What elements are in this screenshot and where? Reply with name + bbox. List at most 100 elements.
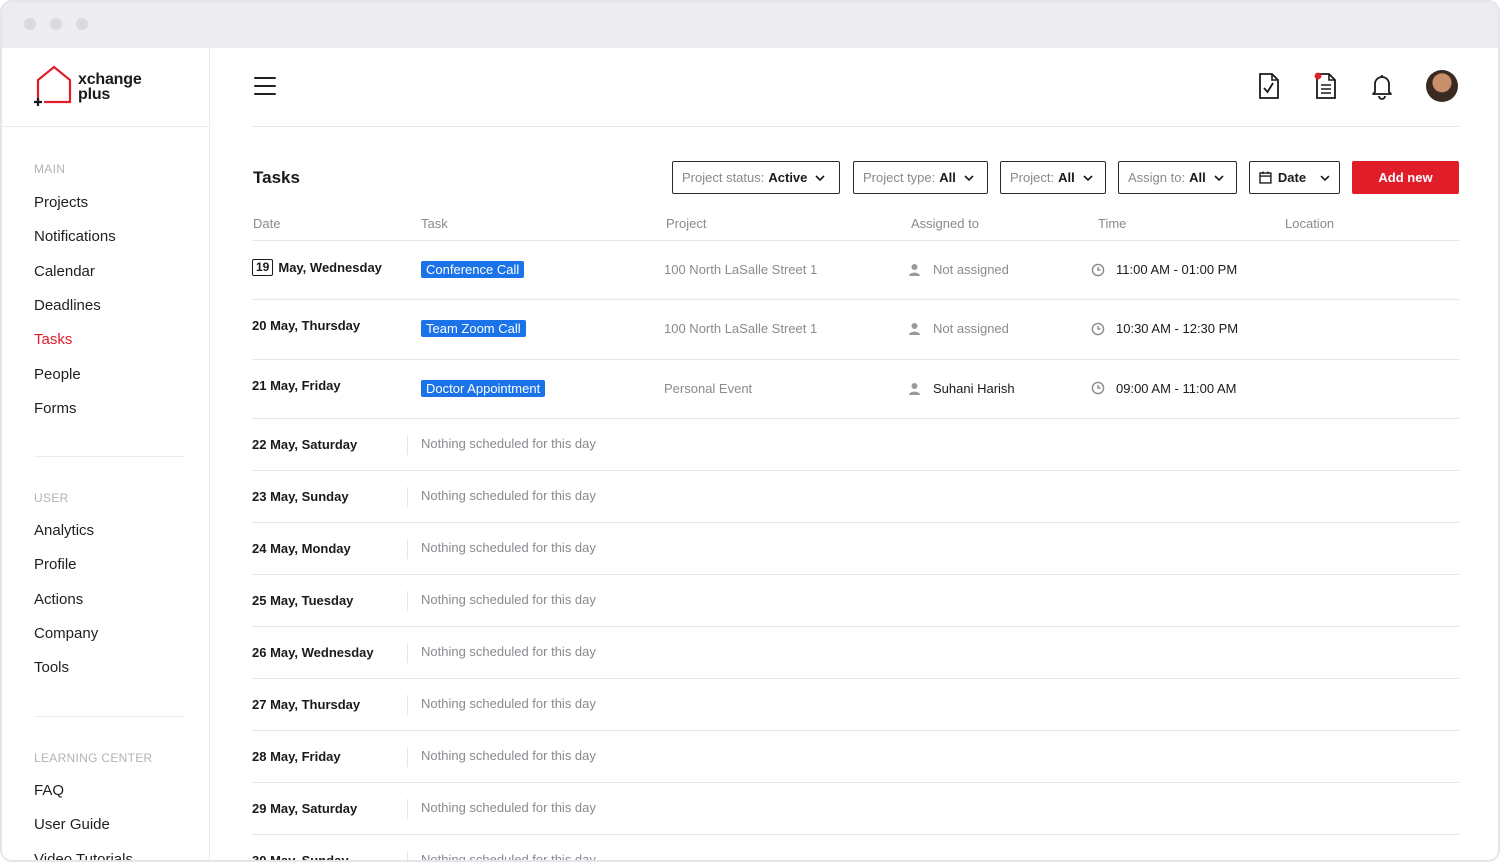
- column-separator: [407, 590, 408, 611]
- column-header-project[interactable]: Project: [666, 216, 706, 231]
- filter-project[interactable]: Project: All: [1000, 161, 1106, 194]
- column-separator: [407, 538, 408, 559]
- column-header-location[interactable]: Location: [1285, 216, 1334, 231]
- empty-day-text: Nothing scheduled for this day: [421, 487, 596, 503]
- clock-icon: [1091, 381, 1105, 395]
- table-row-empty[interactable]: 29 May, Saturday Nothing scheduled for th…: [252, 783, 1459, 835]
- row-time: 11:00 AM - 01:00 PM: [1091, 262, 1237, 277]
- task-tag[interactable]: Team Zoom Call: [421, 320, 526, 338]
- sidebar-item-analytics[interactable]: Analytics: [34, 522, 94, 539]
- table-row-empty[interactable]: 26 May, Wednesday Nothing scheduled for t…: [252, 627, 1459, 679]
- column-header-time[interactable]: Time: [1098, 216, 1126, 231]
- filter-project-status[interactable]: Project status: Active: [672, 161, 840, 194]
- chevron-down-icon: [815, 174, 825, 181]
- row-assigned: Not assigned: [908, 262, 1009, 277]
- sidebar-item-forms[interactable]: Forms: [34, 400, 77, 417]
- document-check-icon[interactable]: [1256, 72, 1282, 100]
- table-row-empty[interactable]: 30 May, Sunday Nothing scheduled for this…: [252, 835, 1459, 862]
- sidebar-item-calendar[interactable]: Calendar: [34, 263, 95, 280]
- empty-day-text: Nothing scheduled for this day: [421, 591, 596, 607]
- house-logo-icon: [34, 65, 72, 106]
- row-date: 22 May, Saturday: [252, 436, 358, 452]
- row-date: 29 May, Saturday: [252, 800, 358, 816]
- empty-day-text: Nothing scheduled for this day: [421, 799, 596, 815]
- table-row-empty[interactable]: 28 May, Friday Nothing scheduled for this…: [252, 731, 1459, 783]
- row-project: 100 North LaSalle Street 1: [664, 321, 818, 337]
- page-title: Tasks: [253, 168, 300, 187]
- column-separator: [407, 642, 408, 663]
- brand-logo[interactable]: xchange plus: [32, 64, 192, 112]
- clock-icon: [1091, 322, 1105, 336]
- task-tag[interactable]: Conference Call: [421, 261, 525, 278]
- empty-day-text: Nothing scheduled for this day: [421, 435, 596, 451]
- person-icon: [909, 382, 920, 395]
- bell-icon[interactable]: [1369, 72, 1395, 100]
- header-divider: [252, 126, 1459, 127]
- empty-day-text: Nothing scheduled for this day: [421, 747, 596, 763]
- row-project: 100 North LaSalle Street 1: [664, 262, 818, 277]
- sidebar-item-tools[interactable]: Tools: [34, 659, 69, 676]
- filter-project-type[interactable]: Project type: All: [853, 161, 988, 194]
- column-header-assigned-to[interactable]: Assigned to: [911, 216, 979, 231]
- task-tag[interactable]: Doctor Appointment: [421, 379, 546, 397]
- document-list-icon[interactable]: [1313, 72, 1339, 100]
- row-date: 23 May, Sunday: [252, 488, 349, 504]
- person-icon: [909, 323, 920, 336]
- section-label: USER: [34, 491, 69, 505]
- table-row[interactable]: 19 May, Wednesday Conference Call 100 North…: [252, 241, 1459, 301]
- table-row-empty[interactable]: 23 May, Sunday Nothing scheduled for this…: [252, 471, 1459, 523]
- clock-icon: [1091, 263, 1105, 276]
- chevron-down-icon: [1214, 174, 1224, 181]
- sidebar-divider: [34, 716, 184, 717]
- row-time: 09:00 AM - 11:00 AM: [1091, 381, 1236, 396]
- row-assigned: Not assigned: [908, 321, 1009, 336]
- sidebar-item-actions[interactable]: Actions: [34, 591, 83, 608]
- date-button[interactable]: Date: [1249, 161, 1340, 194]
- window-close-dot[interactable]: [24, 18, 36, 30]
- table-row[interactable]: 21 May, Friday Doctor Appointment Personal…: [252, 360, 1459, 419]
- sidebar-item-profile[interactable]: Profile: [34, 556, 77, 573]
- sidebar-item-notifications[interactable]: Notifications: [34, 228, 116, 245]
- brand-name: xchange plus: [78, 71, 142, 103]
- avatar[interactable]: [1426, 70, 1458, 102]
- chevron-down-icon: [1320, 174, 1330, 181]
- empty-day-text: Nothing scheduled for this day: [421, 695, 596, 711]
- row-date: 27 May, Thursday: [252, 696, 361, 712]
- section-label: MAIN: [34, 162, 66, 176]
- table-row-empty[interactable]: 22 May, Saturday Nothing scheduled for th…: [252, 419, 1459, 471]
- today-day-badge: 19: [252, 259, 274, 276]
- calendar-icon: [1259, 171, 1272, 184]
- sidebar-divider: [34, 456, 184, 457]
- sidebar-item-deadlines[interactable]: Deadlines: [34, 297, 101, 314]
- column-separator: [407, 850, 408, 860]
- sidebar-item-tasks[interactable]: Tasks: [34, 331, 72, 348]
- column-header-task[interactable]: Task: [421, 216, 448, 231]
- add-new-button[interactable]: Add new: [1352, 161, 1459, 194]
- sidebar-item-user-guide[interactable]: User Guide: [34, 816, 110, 833]
- table-row[interactable]: 20 May, Thursday Team Zoom Call 100 North …: [252, 300, 1459, 360]
- window-maximize-dot[interactable]: [76, 18, 88, 30]
- table-row-empty[interactable]: 25 May, Tuesday Nothing scheduled for thi…: [252, 575, 1459, 627]
- sidebar: xchange plus MAIN Projects Notifications Ca…: [2, 48, 210, 860]
- sidebar-item-people[interactable]: People: [34, 366, 81, 383]
- column-separator: [407, 434, 408, 455]
- column-header-date[interactable]: Date: [253, 216, 280, 231]
- window-minimize-dot[interactable]: [50, 18, 62, 30]
- logo-divider: [2, 126, 210, 127]
- sidebar-item-projects[interactable]: Projects: [34, 194, 88, 211]
- row-date: 30 May, Sunday: [252, 852, 349, 862]
- table-row-empty[interactable]: 24 May, Monday Nothing scheduled for this…: [252, 523, 1459, 575]
- row-date: 20 May, Thursday: [252, 318, 361, 334]
- row-date: 19 May, Wednesday: [252, 259, 382, 276]
- column-separator: [407, 486, 408, 507]
- row-project: Personal Event: [664, 380, 753, 396]
- app-window: xchange plus MAIN Projects Notifications Ca…: [0, 0, 1500, 862]
- row-date: 24 May, Monday: [252, 540, 351, 556]
- sidebar-item-company[interactable]: Company: [34, 625, 98, 642]
- filter-assign-to[interactable]: Assign to: All: [1118, 161, 1237, 194]
- row-date: 26 May, Wednesday: [252, 644, 374, 660]
- sidebar-item-video-tutorials[interactable]: Video Tutorials: [34, 851, 133, 860]
- table-row-empty[interactable]: 27 May, Thursday Nothing scheduled for th…: [252, 679, 1459, 731]
- menu-button[interactable]: [254, 76, 276, 96]
- sidebar-item-faq[interactable]: FAQ: [34, 782, 64, 799]
